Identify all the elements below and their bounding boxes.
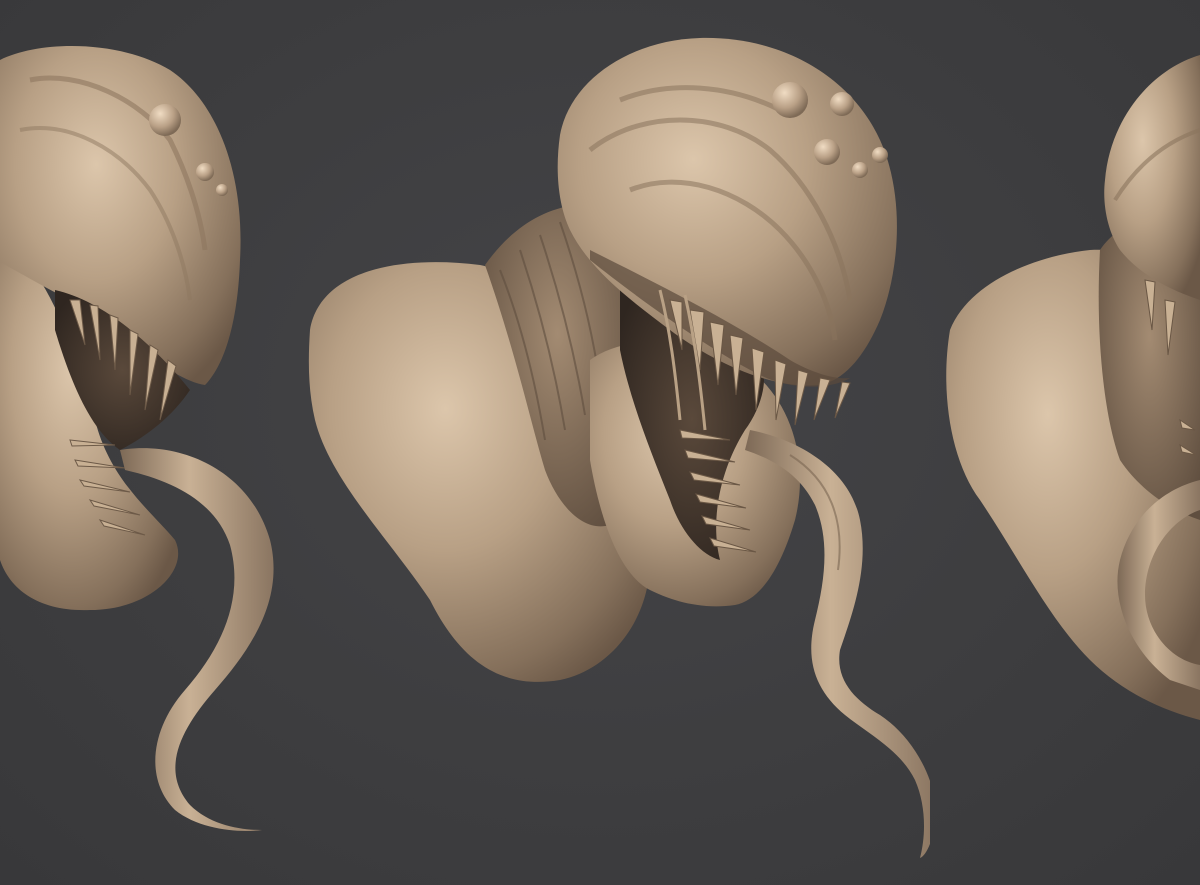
creature-bust-right-view <box>930 0 1200 885</box>
creature-bust-center-view <box>290 0 930 885</box>
sculpt-render-viewport <box>0 0 1200 885</box>
creature-bust-left-view <box>0 0 300 885</box>
